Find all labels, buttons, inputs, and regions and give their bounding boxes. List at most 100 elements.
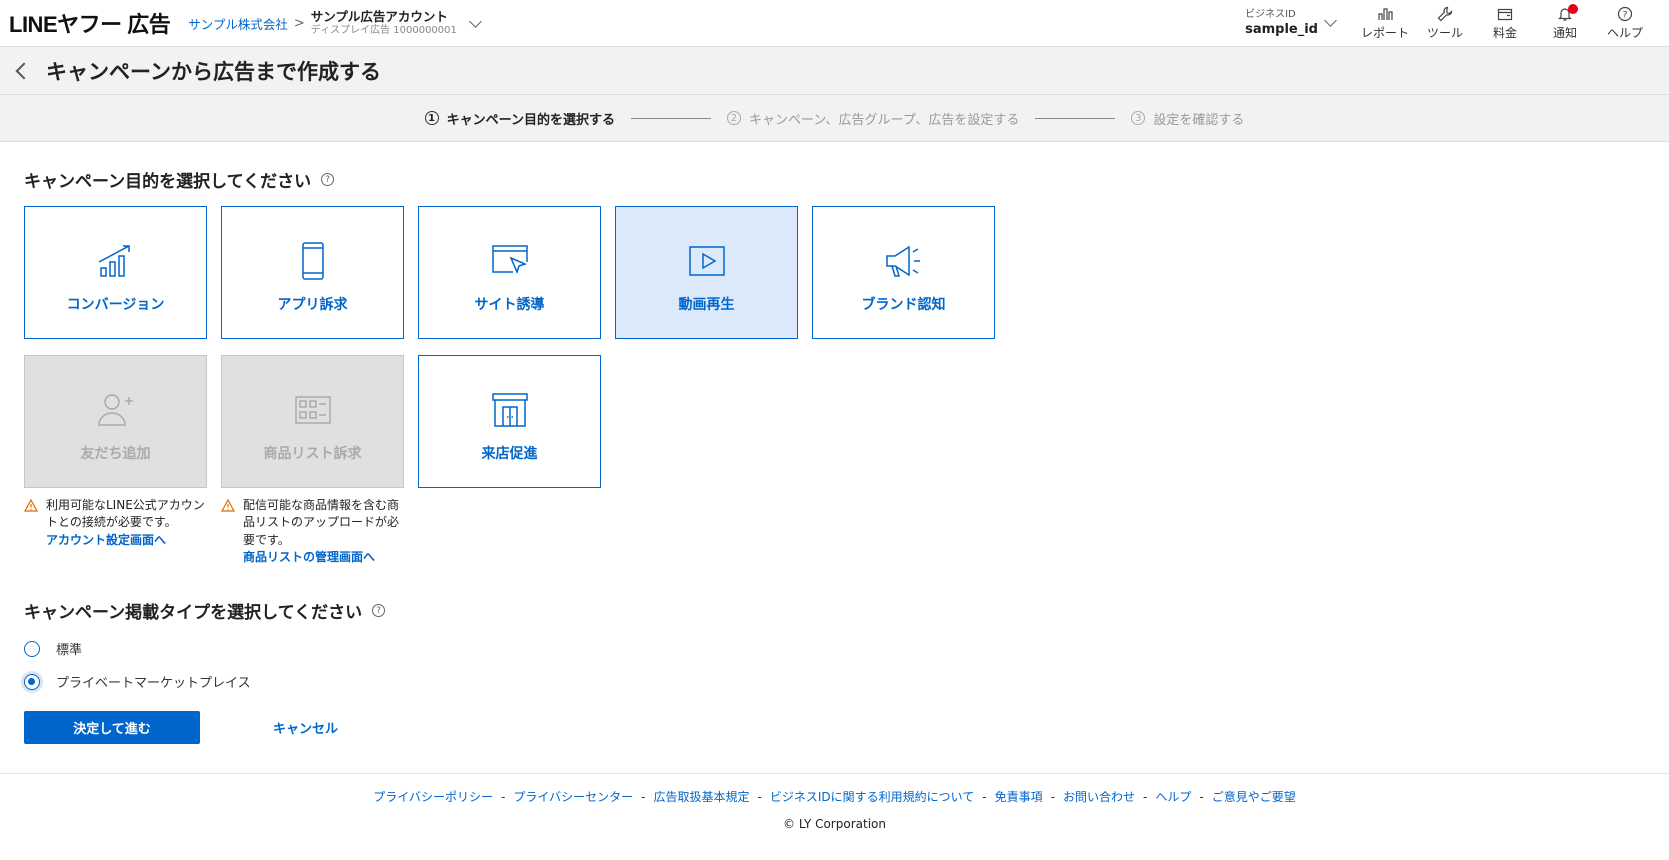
page-title-bar: キャンペーンから広告まで作成する xyxy=(0,47,1669,94)
objective-card-brand[interactable]: ブランド認知 xyxy=(812,206,995,339)
cancel-button[interactable]: キャンセル xyxy=(273,718,338,737)
placement-option-pmp[interactable]: プライベートマーケットプレイス xyxy=(24,672,1645,691)
footer-link-disclaimer[interactable]: 免責事項 xyxy=(995,790,1043,804)
chart-icon xyxy=(1378,8,1393,20)
notifications-button[interactable]: 通知 xyxy=(1535,4,1595,41)
footer-separator: - xyxy=(1143,790,1148,804)
card-label: アプリ訴求 xyxy=(277,296,348,313)
card-label: 商品リスト訴求 xyxy=(263,445,362,462)
notifications-label: 通知 xyxy=(1552,26,1577,40)
store-icon xyxy=(491,392,528,427)
step-1: 1 キャンペーン目的を選択する xyxy=(424,109,615,128)
card-label: 友だち追加 xyxy=(80,445,151,462)
help-icon: ? xyxy=(1617,6,1633,22)
card-label: 来店促進 xyxy=(481,445,538,462)
objective-section-title: キャンペーン目的を選択してください ? xyxy=(24,167,1645,192)
placement-title-text: キャンペーン掲載タイプを選択してください xyxy=(24,603,363,623)
card-label: コンバージョン xyxy=(66,296,165,313)
billing-button[interactable]: 料金 xyxy=(1475,6,1535,41)
product-list-management-link[interactable]: 商品リストの管理画面へ xyxy=(243,549,406,566)
footer-link-bizid-terms[interactable]: ビジネスIDに関する利用規約について xyxy=(770,790,974,804)
page-footer: プライバシーポリシー - プライバシーセンター - 広告取扱基本規定 - ビジネスIDに関す… xyxy=(0,773,1669,831)
step-2: 2 キャンペーン、広告グループ、広告を設定する xyxy=(726,109,1020,128)
objective-card-store-visit[interactable]: 来店促進 xyxy=(418,355,601,488)
chevron-down-icon[interactable] xyxy=(1324,14,1337,27)
breadcrumb-separator-icon: > xyxy=(293,15,305,31)
cursor-window-icon xyxy=(491,244,528,274)
account-selector[interactable]: サンプル広告アカウント ディスプレイ広告 1000000001 xyxy=(311,9,457,37)
add-friend-icon xyxy=(97,393,133,426)
placement-option-standard[interactable]: 標準 xyxy=(24,639,1645,658)
header-tools: ビジネスID sample_id レポート ツール 料金 通知 ? ヘルプ xyxy=(1245,0,1655,47)
growth-chart-icon xyxy=(98,244,130,277)
copyright: © LY Corporation xyxy=(783,817,886,831)
footer-separator: - xyxy=(641,790,646,804)
help-icon[interactable]: ? xyxy=(372,604,386,617)
smartphone-icon xyxy=(301,241,324,280)
company-breadcrumb-link[interactable]: サンプル株式会社 xyxy=(188,14,288,33)
notification-badge xyxy=(1568,4,1578,14)
help-label: ヘルプ xyxy=(1606,26,1643,40)
play-icon xyxy=(688,245,725,276)
radio-pmp[interactable] xyxy=(24,673,40,690)
step-connector xyxy=(630,117,711,119)
product-list-icon xyxy=(294,395,331,424)
objective-card-product-list: 商品リスト訴求 xyxy=(221,355,404,488)
objective-card-add-friend: 友だち追加 xyxy=(24,355,207,488)
footer-link-privacy-center[interactable]: プライバシーセンター xyxy=(513,790,633,804)
card-label: サイト誘導 xyxy=(474,296,545,313)
help-button[interactable]: ? ヘルプ xyxy=(1595,6,1655,41)
objective-card-app[interactable]: アプリ訴求 xyxy=(221,206,404,339)
main-content: キャンペーン目的を選択してください ? コンバージョン アプリ訴求 サイト誘導 … xyxy=(0,167,1669,744)
report-button[interactable]: レポート xyxy=(1355,6,1415,41)
wallet-icon xyxy=(1497,8,1513,21)
objective-card-conversion[interactable]: コンバージョン xyxy=(24,206,207,339)
footer-link-privacy-policy[interactable]: プライバシーポリシー xyxy=(373,790,493,804)
card-label: ブランド認知 xyxy=(861,296,946,313)
warning-icon xyxy=(24,499,38,512)
help-icon[interactable]: ? xyxy=(321,173,335,186)
footer-link-contact[interactable]: お問い合わせ xyxy=(1063,790,1135,804)
megaphone-icon xyxy=(885,245,920,277)
brand-logo[interactable]: LINEヤフー 広告 xyxy=(9,7,171,39)
objective-title-text: キャンペーン目的を選択してください xyxy=(24,172,312,192)
warning-note-product-list: 配信可能な商品情報を含む商品リストのアップロードが必要です。 商品リストの管理画… xyxy=(221,497,406,567)
page-title: キャンペーンから広告まで作成する xyxy=(46,59,381,84)
step-number: 3 xyxy=(1131,111,1146,125)
top-header: LINEヤフー 広告 サンプル株式会社 > サンプル広告アカウント ディスプレイ… xyxy=(0,0,1669,47)
footer-separator: - xyxy=(982,790,987,804)
business-id-selector[interactable]: ビジネスID sample_id xyxy=(1245,9,1318,38)
note-text: 利用可能なLINE公式アカウントとの接続が必要です。 xyxy=(46,498,205,530)
footer-link-feedback[interactable]: ご意見やご要望 xyxy=(1212,790,1296,804)
footer-separator: - xyxy=(1050,790,1055,804)
radio-label: プライベートマーケットプレイス xyxy=(56,676,251,691)
step-3: 3 設定を確認する xyxy=(1131,109,1244,128)
chevron-down-icon[interactable] xyxy=(469,14,482,28)
form-actions: 決定して進む キャンセル xyxy=(24,711,1645,744)
radio-label: 標準 xyxy=(56,643,83,658)
footer-separator: - xyxy=(501,790,506,804)
objective-grid: コンバージョン アプリ訴求 サイト誘導 動画再生 ブランド認知 友だち追加 商品… xyxy=(24,206,1645,576)
account-name: サンプル広告アカウント xyxy=(310,8,448,24)
wrench-icon xyxy=(1437,6,1453,22)
footer-links: プライバシーポリシー - プライバシーセンター - 広告取扱基本規定 - ビジネスIDに関す… xyxy=(0,788,1669,805)
billing-label: 料金 xyxy=(1492,26,1517,40)
svg-text:?: ? xyxy=(1623,11,1628,21)
account-settings-link[interactable]: アカウント設定画面へ xyxy=(46,532,209,549)
tools-label: ツール xyxy=(1426,26,1463,40)
footer-link-help[interactable]: ヘルプ xyxy=(1155,790,1191,804)
progress-stepper: 1 キャンペーン目的を選択する 2 キャンペーン、広告グループ、広告を設定する … xyxy=(0,94,1669,142)
back-arrow-icon[interactable] xyxy=(15,62,33,79)
warning-icon xyxy=(221,499,235,512)
step-label: キャンペーン、広告グループ、広告を設定する xyxy=(748,112,1020,128)
tools-button[interactable]: ツール xyxy=(1415,6,1475,41)
placement-section-title: キャンペーン掲載タイプを選択してください ? xyxy=(24,598,1645,623)
account-sub: ディスプレイ広告 1000000001 xyxy=(310,24,457,36)
report-label: レポート xyxy=(1360,26,1409,40)
objective-card-site[interactable]: サイト誘導 xyxy=(418,206,601,339)
radio-standard[interactable] xyxy=(24,640,40,657)
objective-card-video[interactable]: 動画再生 xyxy=(615,206,798,339)
submit-button[interactable]: 決定して進む xyxy=(24,711,200,744)
footer-link-ad-terms[interactable]: 広告取扱基本規定 xyxy=(654,790,750,804)
step-connector xyxy=(1035,117,1116,119)
